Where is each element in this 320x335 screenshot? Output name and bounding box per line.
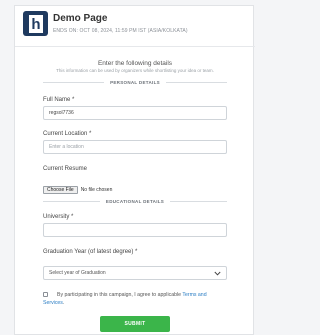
page-header: h Demo Page ENDS ON: OCT 08, 2024, 11:59…: [15, 6, 255, 42]
logo-icon: h: [23, 11, 48, 36]
current-location-input[interactable]: [43, 140, 227, 154]
consent-text-main: By participating in this campaign, I agr…: [57, 292, 181, 298]
consent-suffix: .: [62, 300, 65, 306]
end-date-text: ENDS ON: OCT 08, 2024, 11:59 PM IST (ASI…: [53, 28, 188, 34]
section-divider-right: [165, 81, 228, 83]
graduation-year-selected: Select year of Graduation: [49, 270, 106, 276]
section-divider-right: [170, 200, 228, 202]
registration-card: h Demo Page ENDS ON: OCT 08, 2024, 11:59…: [14, 5, 255, 335]
file-status-text: No file chosen: [80, 186, 113, 193]
svg-text:h: h: [31, 16, 40, 33]
form-intro-subtitle: This information can be used by organize…: [56, 68, 214, 73]
graduation-year-select[interactable]: Select year of Graduation: [43, 266, 227, 280]
consent-text: By participating in this campaign, I agr…: [57, 291, 227, 300]
choose-file-button[interactable]: Choose File: [43, 185, 78, 194]
section-label-educational: EDUCATIONAL DETAILS: [105, 198, 165, 204]
terms-link[interactable]: Terms and: [182, 292, 206, 298]
section-divider-left: [43, 200, 100, 202]
consent-line-2: Services.: [43, 300, 64, 306]
full-name-label: Full Name *: [43, 97, 75, 103]
current-resume-label: Current Resume: [43, 166, 88, 172]
section-educational-details: EDUCATIONAL DETAILS: [43, 197, 228, 205]
graduation-year-label: Graduation Year (of latest degree) *: [43, 249, 138, 255]
header-divider: [15, 46, 255, 47]
current-location-label: Current Location *: [43, 131, 92, 137]
logo-h-glyph: h: [28, 14, 43, 33]
university-input[interactable]: [43, 223, 227, 237]
full-name-input[interactable]: [43, 106, 227, 120]
submit-button[interactable]: SUBMIT: [100, 316, 170, 332]
form-intro-title: Enter the following details: [97, 60, 173, 67]
section-personal-details: PERSONAL DETAILS: [43, 78, 228, 86]
section-divider-left: [43, 81, 105, 83]
resume-file-picker: Choose File No file chosen: [43, 185, 112, 194]
consent-checkbox[interactable]: [43, 292, 48, 297]
section-label-personal: PERSONAL DETAILS: [110, 79, 160, 85]
university-label: University *: [43, 214, 74, 220]
page-title: Demo Page: [53, 13, 108, 24]
services-link[interactable]: Services: [43, 300, 63, 306]
chevron-down-icon: [214, 271, 221, 276]
